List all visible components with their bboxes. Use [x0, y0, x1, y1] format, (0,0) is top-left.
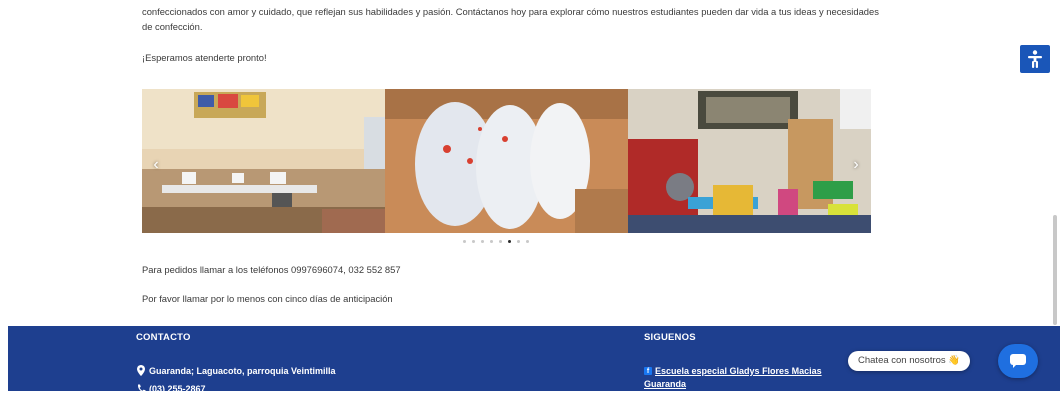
map-pin-icon	[137, 365, 145, 376]
chat-prompt-bubble[interactable]: Chatea con nosotros 👋	[848, 351, 971, 371]
carousel-pagination	[463, 240, 529, 243]
orders-phone-text: Para pedidos llamar a los teléfonos 0997…	[142, 264, 401, 275]
carousel-dot-active[interactable]	[508, 240, 511, 243]
therapy-room-image	[628, 89, 871, 233]
greeting-text: ¡Esperamos atenderte pronto!	[142, 52, 267, 63]
sewing-room-image	[142, 89, 385, 233]
carousel-dot[interactable]	[499, 240, 502, 243]
chat-bubble-icon	[1010, 354, 1026, 368]
chevron-right-icon: ›	[853, 156, 859, 173]
waving-hand-icon: 👋	[948, 355, 961, 366]
phone-icon	[137, 384, 146, 393]
facebook-link[interactable]: Escuela especial Gladys Flores Macias	[655, 366, 822, 376]
image-carousel[interactable]	[142, 89, 871, 233]
carousel-dot[interactable]	[481, 240, 484, 243]
phone-text[interactable]: (03) 255-2867	[149, 384, 206, 394]
accessibility-button[interactable]	[1020, 45, 1050, 73]
carousel-dot[interactable]	[526, 240, 529, 243]
chat-launcher-button[interactable]	[998, 344, 1038, 378]
facebook-link-continued[interactable]: Guaranda	[644, 379, 686, 389]
chevron-left-icon: ‹	[153, 156, 159, 173]
follow-heading: SIGUENOS	[644, 332, 696, 343]
carousel-dot[interactable]	[472, 240, 475, 243]
carousel-slide-therapy-room	[628, 89, 871, 233]
carousel-dot[interactable]	[517, 240, 520, 243]
contact-heading: CONTACTO	[136, 332, 191, 343]
advance-notice-text: Por favor llamar por lo menos con cinco …	[142, 293, 393, 304]
carousel-dot[interactable]	[463, 240, 466, 243]
facebook-icon: f	[644, 367, 652, 375]
carousel-slide-sewing-room	[142, 89, 385, 233]
address-text: Guaranda; Laguacoto, parroquia Veintimil…	[149, 366, 336, 376]
stuffing-bags-image	[385, 89, 628, 233]
chat-prompt-label: Chatea con nosotros	[858, 355, 946, 366]
carousel-slide-stuffing-bags	[385, 89, 628, 233]
carousel-dot[interactable]	[490, 240, 493, 243]
page-scrollbar[interactable]	[1053, 215, 1057, 325]
carousel-next-button[interactable]: ›	[846, 155, 866, 175]
carousel-prev-button[interactable]: ‹	[146, 155, 166, 175]
intro-paragraph: confeccionados con amor y cuidado, que r…	[142, 6, 879, 32]
accessibility-icon	[1028, 50, 1042, 68]
